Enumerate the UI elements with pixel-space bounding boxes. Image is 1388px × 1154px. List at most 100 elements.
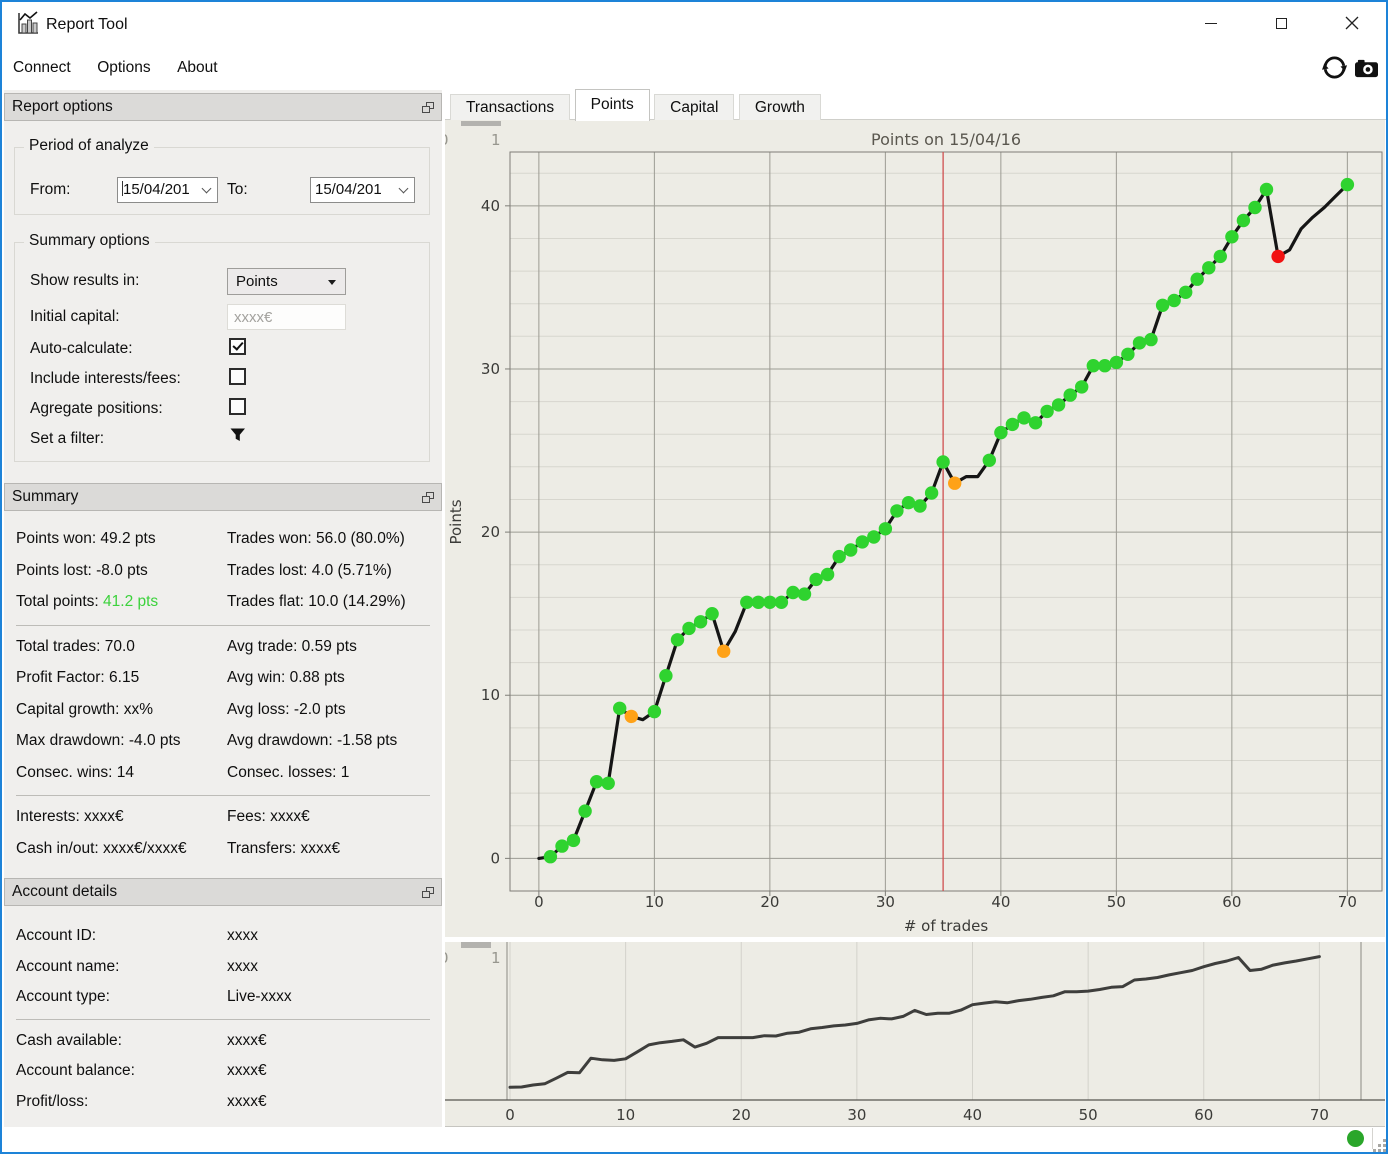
camera-icon[interactable]: [1355, 58, 1378, 78]
summary-row: Capital growth: xx% Avg loss: -2.0 pts: [4, 695, 442, 727]
account-row: Profit/loss: xxxx€: [4, 1087, 442, 1118]
profit-factor: Profit Factor: 6.15: [16, 669, 140, 686]
titlebar: Report Tool: [2, 2, 1386, 47]
svg-text:0: 0: [534, 893, 544, 911]
show-results-combo[interactable]: Points: [227, 268, 346, 295]
profit-loss-value: xxxx€: [227, 1092, 267, 1110]
account-row: Account name: xxxx: [4, 952, 442, 983]
trades-flat: Trades flat: 10.0 (14.29%): [227, 593, 406, 610]
close-button[interactable]: [1329, 2, 1375, 44]
summary-title: Summary: [12, 488, 79, 505]
points-chart[interactable]: 0102030400 10 20 30 40 50 60 70Points on 15/04/…: [445, 120, 1385, 937]
svg-text:20: 20: [760, 893, 779, 911]
aggregate-positions-checkbox[interactable]: [229, 398, 246, 415]
tab-points[interactable]: Points: [574, 89, 650, 121]
resize-grip[interactable]: [1373, 1139, 1386, 1152]
dock-handle[interactable]: [461, 121, 501, 126]
summary-body: Points won: 49.2 pts Trades won: 56.0 (8…: [4, 511, 442, 865]
from-date-combo[interactable]: 15/04/201: [117, 177, 218, 203]
set-filter-label: Set a filter:: [30, 430, 105, 447]
account-body: Account ID: xxxx Account name: xxxx Acco…: [4, 906, 442, 1117]
svg-text:0: 0: [490, 849, 500, 867]
divider: [16, 795, 430, 796]
tab-growth[interactable]: Growth: [738, 94, 821, 121]
app-window: Report Tool Connect Options About Report…: [0, 0, 1388, 1154]
left-panel: Report options Period of analyze From: 1…: [4, 90, 442, 1127]
float-panel-icon[interactable]: [422, 102, 434, 113]
tab-transactions[interactable]: Transactions: [450, 94, 571, 121]
account-name-value: xxxx: [227, 957, 258, 975]
fees: Fees: xxxx€: [227, 808, 310, 825]
connection-status-icon: [1347, 1130, 1364, 1147]
show-results-label: Show results in:: [30, 272, 140, 289]
transfers: Transfers: xxxx€: [227, 839, 341, 857]
svg-text:Points on 15/04/16: Points on 15/04/16: [871, 130, 1021, 149]
initial-capital-input[interactable]: [227, 304, 346, 330]
float-panel-icon[interactable]: [422, 887, 434, 898]
svg-text:60: 60: [1194, 1106, 1213, 1124]
float-panel-icon[interactable]: [422, 492, 434, 503]
consec-losses: Consec. losses: 1: [227, 763, 350, 781]
include-fees-checkbox[interactable]: [229, 368, 246, 385]
chart-tabbar: Transactions Points Capital Growth: [445, 89, 1386, 121]
funnel-icon[interactable]: [230, 428, 246, 442]
overview-chart[interactable]: 0 10 20 30 40 50 60 70 0 1: [445, 942, 1385, 1127]
svg-text:70: 70: [1310, 1106, 1329, 1124]
close-icon: [1345, 16, 1359, 30]
include-fees-label: Include interests/fees:: [30, 370, 181, 387]
profit-loss-label: Profit/loss:: [16, 1092, 89, 1110]
auto-calculate-label: Auto-calculate:: [30, 340, 133, 357]
consec-wins: Consec. wins: 14: [16, 763, 135, 781]
total-trades: Total trades: 70.0: [16, 637, 135, 655]
summary-row: Points lost: -8.0 pts Trades lost: 4.0 (…: [4, 556, 442, 588]
account-id-label: Account ID:: [16, 927, 97, 944]
to-date-value: 15/04/201: [315, 181, 382, 198]
maximize-button[interactable]: [1258, 2, 1304, 44]
auto-calculate-checkbox[interactable]: [229, 338, 246, 355]
summary-row: Profit Factor: 6.15 Avg win: 0.88 pts: [4, 663, 442, 695]
chevron-down-icon: [201, 183, 212, 194]
svg-text:30: 30: [876, 893, 895, 911]
svg-text:60: 60: [1222, 893, 1241, 911]
cash-available-label: Cash available:: [16, 1031, 122, 1049]
account-details-header: Account details: [4, 878, 442, 906]
period-legend: Period of analyze: [24, 137, 154, 155]
svg-text:0: 0: [505, 1106, 515, 1124]
total-points-value: 41.2 pts: [103, 593, 159, 610]
dock-handle[interactable]: [461, 942, 491, 948]
svg-text:10: 10: [616, 1106, 635, 1124]
minimize-button[interactable]: [1188, 2, 1234, 44]
menu-options[interactable]: Options: [86, 47, 161, 89]
menu-about[interactable]: About: [166, 47, 229, 89]
capital-growth: Capital growth: xx%: [16, 700, 153, 718]
summary-row: Cash in/out: xxxx€/xxxx€ Transfers: xxxx…: [4, 834, 442, 866]
avg-drawdown: Avg drawdown: -1.58 pts: [227, 732, 398, 749]
account-details-title: Account details: [12, 883, 118, 900]
svg-text:70: 70: [1338, 893, 1357, 911]
to-date-combo[interactable]: 15/04/201: [310, 177, 415, 203]
account-name-label: Account name:: [16, 957, 120, 975]
summary-header: Summary: [4, 483, 442, 511]
tab-capital[interactable]: Capital: [654, 94, 735, 121]
summary-row: Interests: xxxx€ Fees: xxxx€: [4, 802, 442, 834]
svg-text:Points: Points: [447, 499, 465, 544]
trades-lost: Trades lost: 4.0 (5.71%): [227, 561, 392, 579]
aggregate-positions-label: Agregate positions:: [30, 400, 163, 417]
svg-text:40: 40: [991, 893, 1010, 911]
account-balance-value: xxxx€: [227, 1062, 267, 1079]
avg-trade: Avg trade: 0.59 pts: [227, 637, 357, 655]
show-results-value: Points: [236, 273, 278, 290]
refresh-icon[interactable]: [1321, 54, 1348, 81]
dropdown-arrow-icon: [328, 280, 336, 285]
account-type-label: Account type:: [16, 988, 110, 1005]
trades-won: Trades won: 56.0 (80.0%): [227, 530, 405, 547]
overview-chart-panel: 0 10 20 30 40 50 60 70 0 1: [445, 942, 1385, 1127]
svg-text:# of trades: # of trades: [904, 917, 989, 935]
menu-connect[interactable]: Connect: [2, 47, 82, 89]
avg-loss: Avg loss: -2.0 pts: [227, 700, 346, 718]
from-label: From:: [30, 181, 71, 198]
report-options-title: Report options: [12, 98, 113, 115]
bar-chart-icon: [18, 11, 38, 34]
max-drawdown: Max drawdown: -4.0 pts: [16, 732, 181, 749]
svg-text:1: 1: [491, 949, 501, 967]
